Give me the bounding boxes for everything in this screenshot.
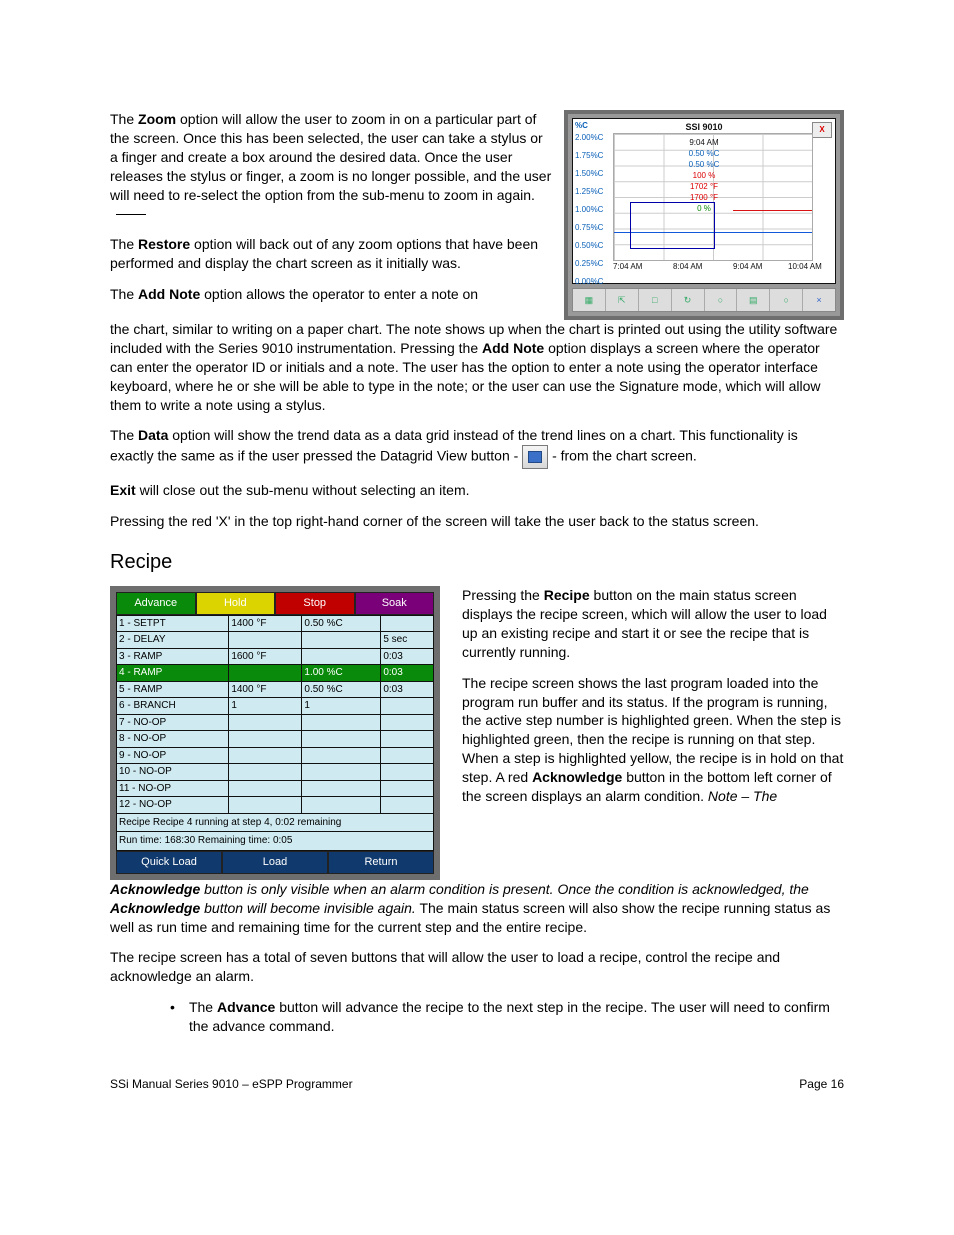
- table-row[interactable]: 7 - NO-OP: [117, 714, 434, 731]
- close-icon[interactable]: X: [812, 122, 832, 138]
- table-row[interactable]: 4 - RAMP1.00 %C0:03: [117, 665, 434, 682]
- table-row[interactable]: 1 - SETPT1400 °F0.50 %C: [117, 615, 434, 632]
- bullet-icon: [170, 998, 175, 1036]
- paragraph-exit: Exit will close out the sub-menu without…: [110, 481, 844, 500]
- toolbar-btn-3[interactable]: □: [639, 289, 672, 311]
- toolbar-btn-8[interactable]: ×: [803, 289, 835, 311]
- table-row[interactable]: 8 - NO-OP: [117, 731, 434, 748]
- toolbar-btn-5[interactable]: ○: [705, 289, 738, 311]
- footer-right: Page 16: [799, 1076, 844, 1092]
- toolbar-btn-4[interactable]: ↻: [672, 289, 705, 311]
- advance-button[interactable]: Advance: [116, 592, 196, 615]
- table-row[interactable]: 9 - NO-OP: [117, 747, 434, 764]
- paragraph-addnote-lead: The Add Note option allows the operator …: [110, 285, 552, 304]
- toolbar-btn-7[interactable]: ○: [770, 289, 803, 311]
- paragraph-data: The Data option will show the trend data…: [110, 426, 844, 469]
- chart-title: SSI 9010: [685, 121, 722, 133]
- paragraph-restore: The Restore option will back out of any …: [110, 235, 552, 273]
- paragraph-recipe-2a: The recipe screen shows the last program…: [462, 674, 844, 806]
- table-row[interactable]: 10 - NO-OP: [117, 764, 434, 781]
- recipe-screenshot: Advance Hold Stop Soak 1 - SETPT1400 °F0…: [110, 586, 440, 880]
- toolbar-btn-2[interactable]: ⇱: [606, 289, 639, 311]
- table-row[interactable]: 6 - BRANCH11: [117, 698, 434, 715]
- soak-button[interactable]: Soak: [355, 592, 435, 615]
- load-button[interactable]: Load: [222, 851, 328, 874]
- recipe-status-line2: Run time: 168:30 Remaining time: 0:05: [116, 832, 434, 851]
- table-row[interactable]: 2 - DELAY5 sec: [117, 632, 434, 649]
- page-footer: SSi Manual Series 9010 – eSPP Programmer…: [110, 1076, 844, 1092]
- table-row[interactable]: 11 - NO-OP: [117, 780, 434, 797]
- paragraph-recipe-3: The recipe screen has a total of seven b…: [110, 948, 844, 986]
- paragraph-recipe-1: Pressing the Recipe button on the main s…: [462, 586, 844, 662]
- paragraph-zoom: The Zoom option will allow the user to z…: [110, 110, 552, 223]
- list-item: The Advance button will advance the reci…: [170, 998, 844, 1036]
- paragraph-addnote: the chart, similar to writing on a paper…: [110, 320, 844, 414]
- y-axis-unit: %C: [575, 121, 588, 132]
- stop-button[interactable]: Stop: [275, 592, 355, 615]
- recipe-status-line1: Recipe Recipe 4 running at step 4, 0:02 …: [116, 814, 434, 833]
- connector-line: [116, 214, 146, 215]
- return-button[interactable]: Return: [328, 851, 434, 874]
- table-row[interactable]: 3 - RAMP1600 °F0:03: [117, 648, 434, 665]
- chart-toolbar: ▦ ⇱ □ ↻ ○ ▤ ○ ×: [572, 288, 836, 312]
- paragraph-red-x: Pressing the red 'X' in the top right-ha…: [110, 512, 844, 531]
- datagrid-view-icon[interactable]: [522, 445, 548, 469]
- footer-left: SSi Manual Series 9010 – eSPP Programmer: [110, 1076, 353, 1092]
- quick-load-button[interactable]: Quick Load: [116, 851, 222, 874]
- table-row[interactable]: 12 - NO-OP: [117, 797, 434, 814]
- toolbar-btn-6[interactable]: ▤: [737, 289, 770, 311]
- paragraph-recipe-2b: Acknowledge button is only visible when …: [110, 880, 844, 937]
- hold-button[interactable]: Hold: [196, 592, 276, 615]
- trend-chart-screenshot: %C SSI 9010 X 2.00%C 1.75%C 1.50%C 1.25%…: [564, 110, 844, 320]
- table-row[interactable]: 5 - RAMP1400 °F0.50 %C0:03: [117, 681, 434, 698]
- toolbar-btn-1[interactable]: ▦: [573, 289, 606, 311]
- cursor-readout: 9:04 AM 0.50 %C 0.50 %C 100 % 1702 °F 17…: [689, 137, 720, 214]
- recipe-heading: Recipe: [110, 549, 844, 576]
- recipe-table: 1 - SETPT1400 °F0.50 %C2 - DELAY5 sec3 -…: [116, 615, 434, 814]
